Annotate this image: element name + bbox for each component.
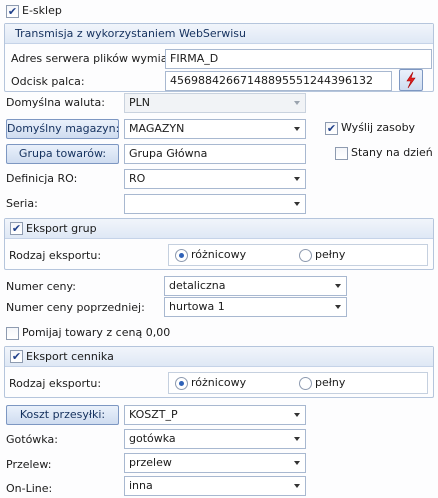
ro-definition-select[interactable]: RO — [124, 169, 306, 189]
send-resources-checkbox[interactable]: ✔ — [325, 122, 338, 135]
export-pricelist-incremental-label: różnicowy — [191, 376, 247, 389]
currency-value: PLN — [129, 96, 150, 109]
ro-definition-value: RO — [129, 172, 146, 185]
default-warehouse-button[interactable]: Domyślny magazyn: — [6, 119, 119, 139]
chevron-down-icon — [294, 101, 300, 105]
eshop-checkbox[interactable]: ✔ — [6, 5, 19, 18]
server-address-input[interactable]: FIRMA_D — [165, 49, 432, 69]
previous-price-number-select[interactable]: hurtowa 1 — [164, 297, 347, 317]
previous-price-number-value: hurtowa 1 — [169, 300, 225, 313]
skip-zero-price-checkbox[interactable] — [6, 327, 19, 340]
eshop-label: E-sklep — [22, 4, 62, 17]
price-number-select[interactable]: detaliczna — [164, 276, 347, 296]
chevron-down-icon — [294, 177, 300, 181]
export-groups-checkbox[interactable]: ✔ — [10, 222, 23, 235]
currency-label: Domyślna waluta: — [6, 96, 105, 109]
shipping-cost-button[interactable]: Koszt przesyłki: — [6, 405, 119, 425]
transfer-value: przelew — [129, 456, 172, 469]
product-group-button-label: Grupa towarów: — [18, 147, 107, 160]
transfer-select[interactable]: przelew — [124, 453, 306, 473]
export-pricelist-full-label: pełny — [315, 376, 346, 389]
price-number-label: Numer ceny: — [6, 280, 76, 293]
online-value: inna — [129, 479, 153, 492]
chevron-down-icon — [294, 413, 300, 417]
chevron-down-icon — [294, 437, 300, 441]
export-pricelist-type-label: Rodzaj eksportu: — [9, 377, 102, 390]
export-pricelist-group: ✔ Eksport cennika Rodzaj eksportu: różni… — [4, 346, 434, 398]
series-select[interactable] — [124, 194, 306, 214]
shipping-cost-value: KOSZT_P — [129, 408, 178, 421]
fingerprint-value: 45698842667148895551244396132 — [170, 74, 373, 87]
export-pricelist-label: Eksport cennika — [26, 350, 114, 363]
transmission-group: Transmisja z wykorzystaniem WebSerwisu A… — [4, 23, 434, 92]
online-select[interactable]: inna — [124, 476, 306, 496]
shipping-cost-button-label: Koszt przesyłki: — [19, 408, 106, 421]
chevron-down-icon — [335, 284, 341, 288]
export-groups-full-radio[interactable] — [299, 249, 312, 262]
export-groups-incremental-radio[interactable] — [175, 249, 188, 262]
default-warehouse-button-label: Domyślny magazyn: — [7, 122, 120, 135]
transfer-label: Przelew: — [6, 458, 52, 471]
warehouse-value: MAGAZYN — [129, 122, 185, 135]
price-number-value: detaliczna — [169, 279, 226, 292]
transmission-title: Transmisja z wykorzystaniem WebSerwisu — [15, 27, 246, 40]
export-groups-type-label: Rodzaj eksportu: — [9, 249, 102, 262]
export-groups-full-label: pełny — [315, 248, 346, 261]
series-label: Seria: — [6, 197, 38, 210]
transmission-header: Transmisja z wykorzystaniem WebSerwisu — [5, 24, 433, 44]
export-pricelist-checkbox[interactable]: ✔ — [10, 350, 23, 363]
export-pricelist-radio-group: różnicowy pełny — [168, 372, 428, 394]
send-resources-label: Wyślij zasoby — [341, 121, 416, 134]
previous-price-number-label: Numer ceny poprzedniej: — [6, 301, 145, 314]
chevron-down-icon — [294, 127, 300, 131]
generate-fingerprint-button[interactable] — [399, 69, 423, 91]
shipping-cost-select[interactable]: KOSZT_P — [124, 405, 306, 425]
online-label: On-Line: — [6, 482, 53, 495]
export-groups-label: Eksport grup — [26, 222, 97, 235]
stock-on-day-checkbox[interactable] — [335, 147, 348, 160]
export-pricelist-full-radio[interactable] — [299, 377, 312, 390]
product-group-input[interactable]: Grupa Główna — [124, 144, 306, 164]
chevron-down-icon — [294, 202, 300, 206]
skip-zero-price-label: Pomijaj towary z ceną 0,00 — [22, 326, 171, 339]
server-address-label: Adres serwera plików wymiany: — [11, 52, 184, 65]
export-groups-radio-group: różnicowy pełny — [168, 244, 428, 266]
fingerprint-input[interactable]: 45698842667148895551244396132 — [165, 71, 392, 91]
chevron-down-icon — [294, 484, 300, 488]
chevron-down-icon — [335, 305, 341, 309]
product-group-button[interactable]: Grupa towarów: — [6, 144, 119, 164]
currency-select[interactable]: PLN — [124, 93, 306, 113]
export-groups-group: ✔ Eksport grup Rodzaj eksportu: różnicow… — [4, 218, 434, 270]
cash-value: gotówka — [129, 432, 176, 445]
chevron-down-icon — [294, 461, 300, 465]
cash-label: Gotówka: — [6, 433, 58, 446]
ro-definition-label: Definicja RO: — [6, 172, 78, 185]
warehouse-select[interactable]: MAGAZYN — [124, 119, 306, 139]
stock-on-day-label: Stany na dzień — [351, 146, 433, 159]
export-groups-incremental-label: różnicowy — [191, 248, 247, 261]
export-pricelist-incremental-radio[interactable] — [175, 377, 188, 390]
cash-select[interactable]: gotówka — [124, 429, 306, 449]
lightning-icon — [406, 71, 416, 89]
fingerprint-label: Odcisk palca: — [11, 75, 85, 88]
